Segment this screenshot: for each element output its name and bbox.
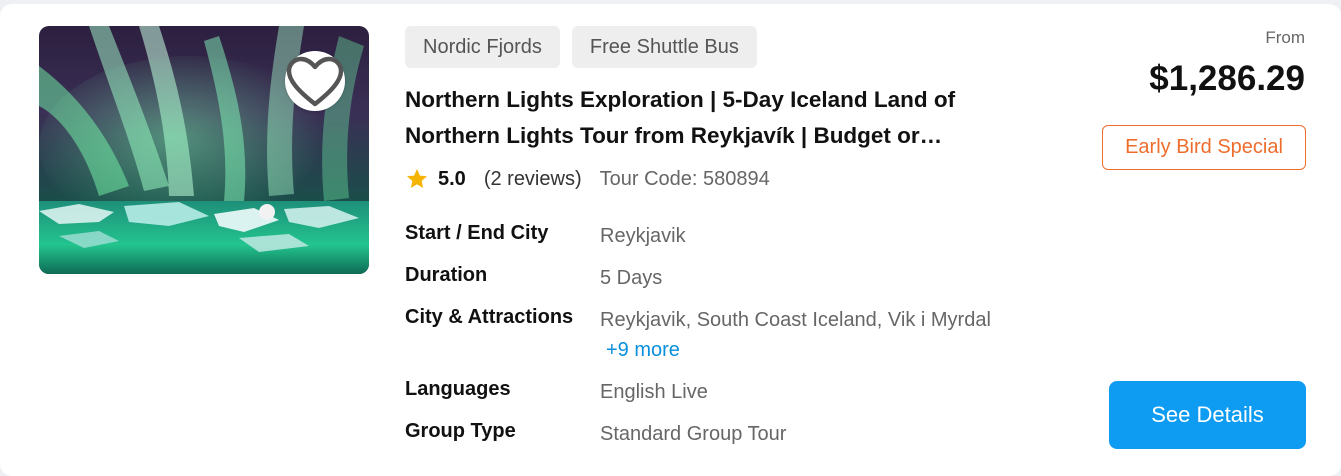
tour-title[interactable]: Northern Lights Exploration | 5-Day Icel… xyxy=(405,82,1015,154)
tour-image[interactable] xyxy=(39,26,369,274)
detail-value: English Live xyxy=(600,381,708,403)
tour-title-line-1[interactable]: Northern Lights Exploration | 5-Day Icel… xyxy=(405,82,1015,118)
tag-nordic-fjords: Nordic Fjords xyxy=(405,26,560,68)
price: $1,286.29 xyxy=(1149,59,1305,98)
detail-label: Group Type xyxy=(405,420,516,442)
tag-free-shuttle-bus: Free Shuttle Bus xyxy=(571,26,757,68)
tour-title-line-2[interactable]: Northern Lights Tour from Reykjavík | Bu… xyxy=(405,118,977,154)
detail-label: Languages xyxy=(405,378,511,400)
more-attractions-link[interactable]: +9 more xyxy=(606,339,680,362)
detail-label: City & Attractions xyxy=(405,306,574,328)
rating-row: 5.0 (2 reviews) Tour Code: 580894 xyxy=(405,166,770,192)
detail-value: Standard Group Tour xyxy=(600,423,787,445)
favorite-button[interactable] xyxy=(285,51,345,111)
see-details-button[interactable]: See Details xyxy=(1109,381,1306,449)
tour-card[interactable]: Nordic Fjords Free Shuttle Bus Northern … xyxy=(0,4,1341,476)
heart-outline-icon xyxy=(286,56,344,107)
detail-value: Reykjavik, South Coast Iceland, Vik i My… xyxy=(600,309,991,331)
tour-code-label: Tour Code: xyxy=(599,167,698,190)
rating-score: 5.0 xyxy=(438,167,466,190)
tour-code: 580894 xyxy=(703,167,770,190)
detail-label: Start / End City xyxy=(405,222,549,244)
price-from-label: From xyxy=(1265,28,1305,47)
early-bird-badge: Early Bird Special xyxy=(1102,125,1306,170)
detail-value: 5 Days xyxy=(600,267,663,289)
detail-label: Duration xyxy=(405,264,488,286)
detail-value: Reykjavik xyxy=(600,225,686,247)
tag-list: Nordic Fjords Free Shuttle Bus xyxy=(405,26,757,68)
review-count[interactable]: (2 reviews) xyxy=(484,168,582,191)
star-icon xyxy=(407,169,427,188)
